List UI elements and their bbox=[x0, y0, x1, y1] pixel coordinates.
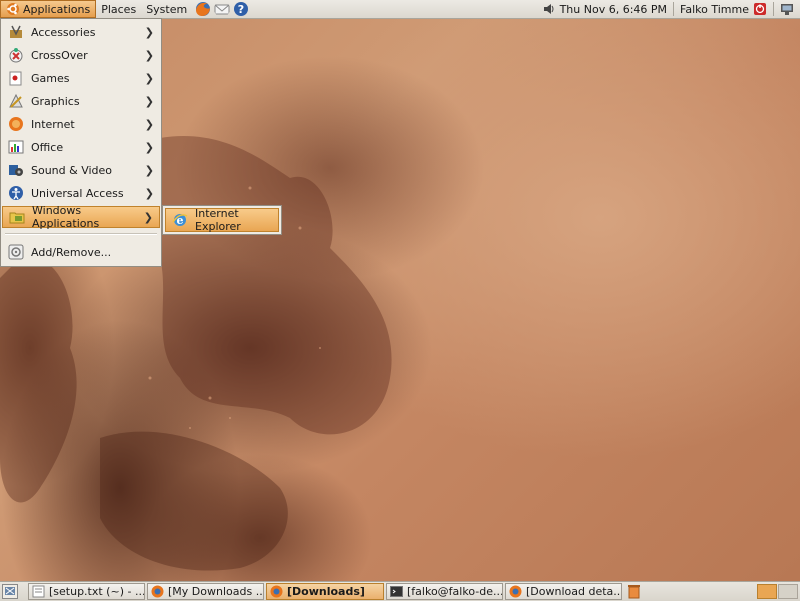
accessories-icon bbox=[8, 24, 24, 40]
places-menu[interactable]: Places bbox=[96, 0, 141, 18]
internet-icon bbox=[8, 116, 24, 132]
internet-explorer-icon: e bbox=[172, 212, 188, 228]
menu-item-internet-explorer[interactable]: e Internet Explorer bbox=[165, 207, 279, 233]
submenu-arrow-icon: ❯ bbox=[144, 94, 154, 108]
task-label: [setup.txt (~) - ... bbox=[49, 585, 145, 598]
menu-item-accessories[interactable]: Accessories ❯ bbox=[2, 21, 160, 43]
submenu-arrow-icon: ❯ bbox=[144, 186, 154, 200]
menu-item-graphics[interactable]: Graphics ❯ bbox=[2, 90, 160, 112]
firefox-icon bbox=[151, 585, 164, 598]
office-icon bbox=[8, 139, 24, 155]
clock[interactable]: Thu Nov 6, 6:46 PM bbox=[560, 3, 667, 16]
applications-menu[interactable]: Applications bbox=[0, 0, 97, 18]
applications-dropdown: Accessories ❯ CrossOver ❯ Games ❯ Graphi… bbox=[0, 18, 162, 267]
menu-item-sound-video[interactable]: Sound & Video ❯ bbox=[2, 159, 160, 181]
task-downloads[interactable]: [Downloads] bbox=[266, 583, 384, 600]
firefox-launcher-icon[interactable] bbox=[195, 1, 211, 17]
system-menu[interactable]: System bbox=[141, 0, 192, 18]
menu-item-universal-access[interactable]: Universal Access ❯ bbox=[2, 182, 160, 204]
tray-separator-2 bbox=[773, 2, 774, 16]
submenu-arrow-icon: ❯ bbox=[144, 163, 154, 177]
submenu-arrow-icon: ❯ bbox=[144, 117, 154, 131]
show-desktop-icon bbox=[5, 587, 15, 595]
show-desktop-button[interactable] bbox=[2, 584, 18, 599]
help-launcher-icon[interactable]: ? bbox=[233, 1, 249, 17]
system-tray: Thu Nov 6, 6:46 PM Falko Timme bbox=[542, 0, 800, 18]
menu-item-label: Graphics bbox=[31, 94, 80, 108]
menu-item-windows-applications[interactable]: Windows Applications ❯ bbox=[2, 204, 160, 230]
windows-applications-submenu: e Internet Explorer bbox=[162, 205, 282, 235]
places-menu-label: Places bbox=[101, 2, 137, 16]
menu-item-label: Accessories bbox=[31, 25, 96, 39]
workspace-1[interactable] bbox=[757, 584, 777, 599]
email-launcher-icon[interactable] bbox=[214, 1, 230, 17]
firefox-icon bbox=[270, 585, 283, 598]
menu-separator bbox=[5, 233, 157, 235]
crossover-icon bbox=[8, 47, 24, 63]
menu-item-label: Sound & Video bbox=[31, 163, 113, 177]
add-remove-icon bbox=[8, 244, 24, 260]
menu-item-label: Games bbox=[31, 71, 70, 85]
sound-video-icon bbox=[8, 162, 24, 178]
task-label: [falko@falko-de... bbox=[407, 585, 503, 598]
menu-item-label: Office bbox=[31, 140, 64, 154]
task-terminal[interactable]: [falko@falko-de... bbox=[386, 583, 503, 600]
submenu-arrow-icon: ❯ bbox=[143, 210, 153, 224]
bottom-panel: [setup.txt (~) - ... [My Downloads ... [… bbox=[0, 581, 800, 601]
menu-item-crossover[interactable]: CrossOver ❯ bbox=[2, 44, 160, 66]
tray-separator bbox=[673, 2, 675, 16]
submenu-arrow-icon: ❯ bbox=[144, 48, 154, 62]
task-label: [Download deta... bbox=[526, 585, 622, 598]
firefox-icon bbox=[509, 585, 522, 598]
applications-menu-label: Applications bbox=[23, 2, 91, 16]
menu-item-label: CrossOver bbox=[31, 48, 88, 62]
ubuntu-logo-icon bbox=[7, 3, 19, 15]
submenu-arrow-icon: ❯ bbox=[144, 71, 154, 85]
menu-item-label: Internet Explorer bbox=[195, 207, 241, 233]
submenu-arrow-icon: ❯ bbox=[144, 25, 154, 39]
menu-item-add-remove[interactable]: Add/Remove... bbox=[2, 241, 160, 263]
task-download-details[interactable]: [Download deta... bbox=[505, 583, 622, 600]
network-icon[interactable] bbox=[780, 2, 794, 16]
user-name[interactable]: Falko Timme bbox=[680, 3, 749, 16]
task-setup-txt[interactable]: [setup.txt (~) - ... bbox=[28, 583, 145, 600]
menu-item-label: Internet bbox=[31, 117, 75, 131]
trash-button[interactable] bbox=[626, 584, 642, 599]
menu-item-office[interactable]: Office ❯ bbox=[2, 136, 160, 158]
menu-item-label: Windows Applications bbox=[32, 204, 100, 230]
task-my-downloads[interactable]: [My Downloads ... bbox=[147, 583, 264, 600]
system-menu-label: System bbox=[146, 2, 188, 16]
task-label: [My Downloads ... bbox=[168, 585, 264, 598]
terminal-icon bbox=[390, 586, 403, 597]
universal-access-icon bbox=[8, 185, 24, 201]
trash-icon bbox=[628, 585, 640, 599]
windows-applications-icon bbox=[9, 209, 25, 225]
menu-item-games[interactable]: Games ❯ bbox=[2, 67, 160, 89]
graphics-icon bbox=[8, 93, 24, 109]
logout-icon[interactable] bbox=[753, 2, 767, 16]
workspace-2[interactable] bbox=[778, 584, 798, 599]
games-icon bbox=[8, 70, 24, 86]
volume-icon[interactable] bbox=[542, 2, 556, 16]
top-panel: Applications Places System ? Thu Nov 6, … bbox=[0, 0, 800, 19]
add-remove-label: Add/Remove... bbox=[31, 245, 112, 259]
svg-text:?: ? bbox=[238, 3, 244, 16]
submenu-arrow-icon: ❯ bbox=[144, 140, 154, 154]
task-label: [Downloads] bbox=[287, 585, 365, 598]
menu-item-internet[interactable]: Internet ❯ bbox=[2, 113, 160, 135]
text-editor-icon bbox=[32, 585, 45, 598]
menu-item-label: Universal Access bbox=[31, 186, 124, 200]
